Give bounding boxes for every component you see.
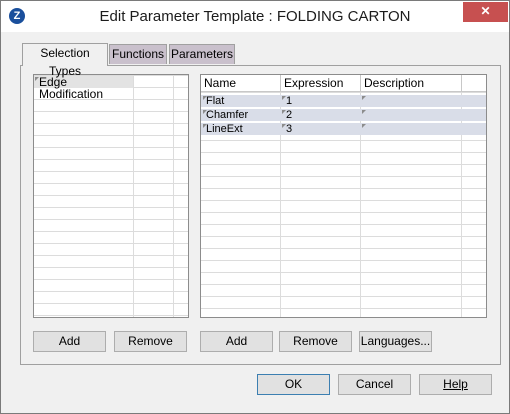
close-button[interactable]: ✕ (463, 2, 508, 22)
table-row[interactable]: Chamfer 2 (201, 109, 486, 121)
grid-divider (173, 75, 174, 317)
tab-functions[interactable]: Functions (109, 44, 167, 64)
help-button[interactable]: Help (419, 374, 492, 395)
column-header-name[interactable]: Name (201, 75, 281, 92)
dialog-window: Z Edit Parameter Template : FOLDING CART… (0, 0, 510, 414)
grid-header: Name Expression Description (201, 75, 486, 92)
cell-description[interactable] (361, 95, 461, 107)
cell-name[interactable]: LineExt (201, 123, 281, 135)
grid-lines (34, 75, 188, 317)
cancel-button[interactable]: Cancel (338, 374, 411, 395)
table-row[interactable]: LineExt 3 (201, 123, 486, 135)
column-header-expression[interactable]: Expression (281, 75, 361, 92)
cell-expression[interactable]: 3 (281, 123, 361, 135)
cell-expression[interactable]: 2 (281, 109, 361, 121)
cell-name[interactable]: Chamfer (201, 109, 281, 121)
grid-divider (133, 75, 134, 317)
cell-name[interactable]: Flat (201, 95, 281, 107)
help-button-label: Help (443, 377, 468, 391)
selection-types-grid[interactable]: Edge Modification (33, 74, 189, 318)
tab-parameters[interactable]: Parameters (169, 44, 235, 64)
parameter-grid[interactable]: Name Expression Description Flat 1 Chamf… (200, 74, 487, 318)
tab-selection-types[interactable]: Selection Types (22, 43, 108, 78)
cell-expression[interactable]: 1 (281, 95, 361, 107)
cell-description[interactable] (361, 109, 461, 121)
title-bar: Z Edit Parameter Template : FOLDING CART… (1, 1, 509, 32)
ok-button[interactable]: OK (257, 374, 330, 395)
column-header-description[interactable]: Description (361, 75, 462, 92)
cell-description[interactable] (361, 123, 461, 135)
add-selection-type-button[interactable]: Add (33, 331, 106, 352)
add-parameter-button[interactable]: Add (200, 331, 273, 352)
table-row[interactable]: Flat 1 (201, 95, 486, 107)
tab-panel: Edge Modification Name Expression Descri… (20, 65, 501, 365)
window-title: Edit Parameter Template : FOLDING CARTON (99, 8, 411, 25)
languages-button[interactable]: Languages... (359, 331, 432, 352)
remove-parameter-button[interactable]: Remove (279, 331, 352, 352)
remove-selection-type-button[interactable]: Remove (114, 331, 187, 352)
